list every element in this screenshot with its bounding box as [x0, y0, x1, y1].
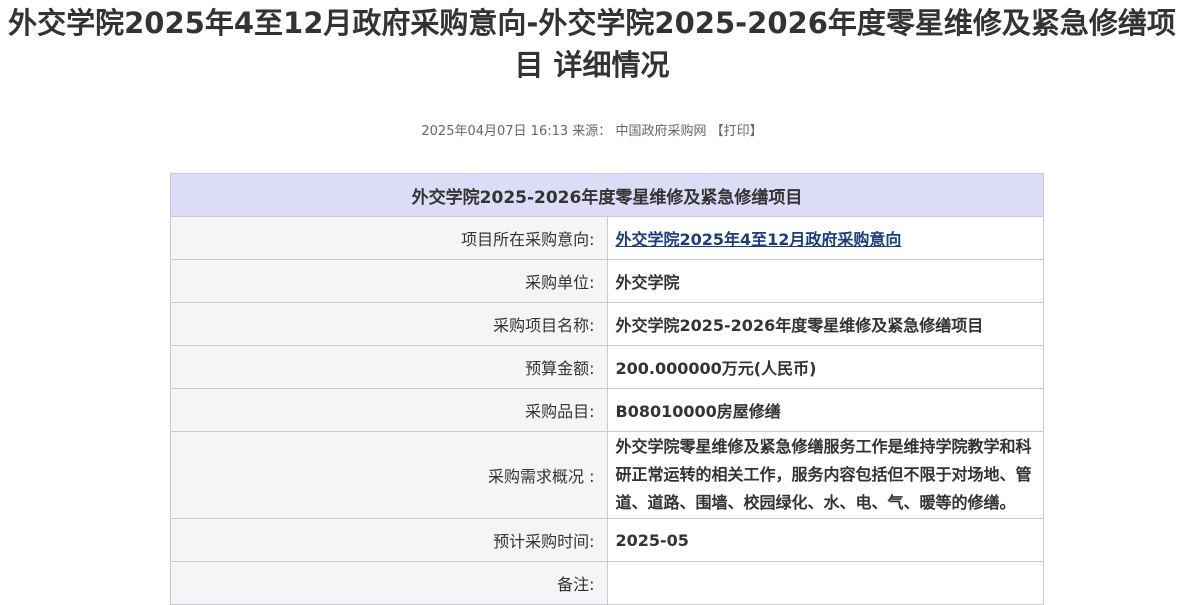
table-row: 采购项目名称: 外交学院2025-2026年度零星维修及紧急修缮项目	[170, 302, 1044, 346]
table-row: 预计采购时间: 2025-05	[170, 518, 1044, 562]
row-label-requirements: 采购需求概况 :	[170, 431, 608, 519]
row-value-requirements: 外交学院零星维修及紧急修缮服务工作是维持学院教学和科研正常运转的相关工作，服务内…	[606, 431, 1044, 519]
row-value-category: B08010000房屋修缮	[606, 388, 1044, 432]
row-value-expected-time: 2025-05	[606, 518, 1044, 562]
row-value-remarks	[606, 561, 1044, 605]
row-value-budget: 200.000000万元(人民币)	[606, 345, 1044, 389]
row-value-purchaser: 外交学院	[606, 259, 1044, 303]
row-label-budget: 预算金额:	[170, 345, 608, 389]
table-header: 外交学院2025-2026年度零星维修及紧急修缮项目	[170, 173, 1044, 217]
table-row: 采购需求概况 : 外交学院零星维修及紧急修缮服务工作是维持学院教学和科研正常运转…	[170, 431, 1044, 519]
source-name: 中国政府采购网	[615, 124, 707, 139]
table-row: 采购单位: 外交学院	[170, 259, 1044, 303]
row-label-remarks: 备注:	[170, 561, 608, 605]
table-row: 备注:	[170, 561, 1044, 605]
publish-datetime: 2025年04月07日 16:13	[421, 124, 569, 139]
row-value-project-name: 外交学院2025-2026年度零星维修及紧急修缮项目	[606, 302, 1044, 346]
table-row: 预算金额: 200.000000万元(人民币)	[170, 345, 1044, 389]
row-label-purchaser: 采购单位:	[170, 259, 608, 303]
procurement-intention-link[interactable]: 外交学院2025年4至12月政府采购意向	[616, 230, 902, 249]
page-title: 外交学院2025年4至12月政府采购意向-外交学院2025-2026年度零星维修…	[8, 6, 1176, 82]
row-label-category: 采购品目:	[170, 388, 608, 432]
row-label-expected-time: 预计采购时间:	[170, 518, 608, 562]
row-value-intention: 外交学院2025年4至12月政府采购意向	[606, 216, 1044, 260]
article-meta: 2025年04月07日 16:13 来源： 中国政府采购网 【打印】	[0, 122, 1184, 142]
row-label-intention: 项目所在采购意向:	[170, 216, 608, 260]
table-row: 项目所在采购意向: 外交学院2025年4至12月政府采购意向	[170, 216, 1044, 260]
detail-table: 外交学院2025-2026年度零星维修及紧急修缮项目 项目所在采购意向: 外交学…	[170, 173, 1044, 605]
table-row: 采购品目: B08010000房屋修缮	[170, 388, 1044, 432]
print-link[interactable]: 【打印】	[711, 124, 763, 139]
row-label-project-name: 采购项目名称:	[170, 302, 608, 346]
source-label: 来源：	[572, 124, 612, 139]
